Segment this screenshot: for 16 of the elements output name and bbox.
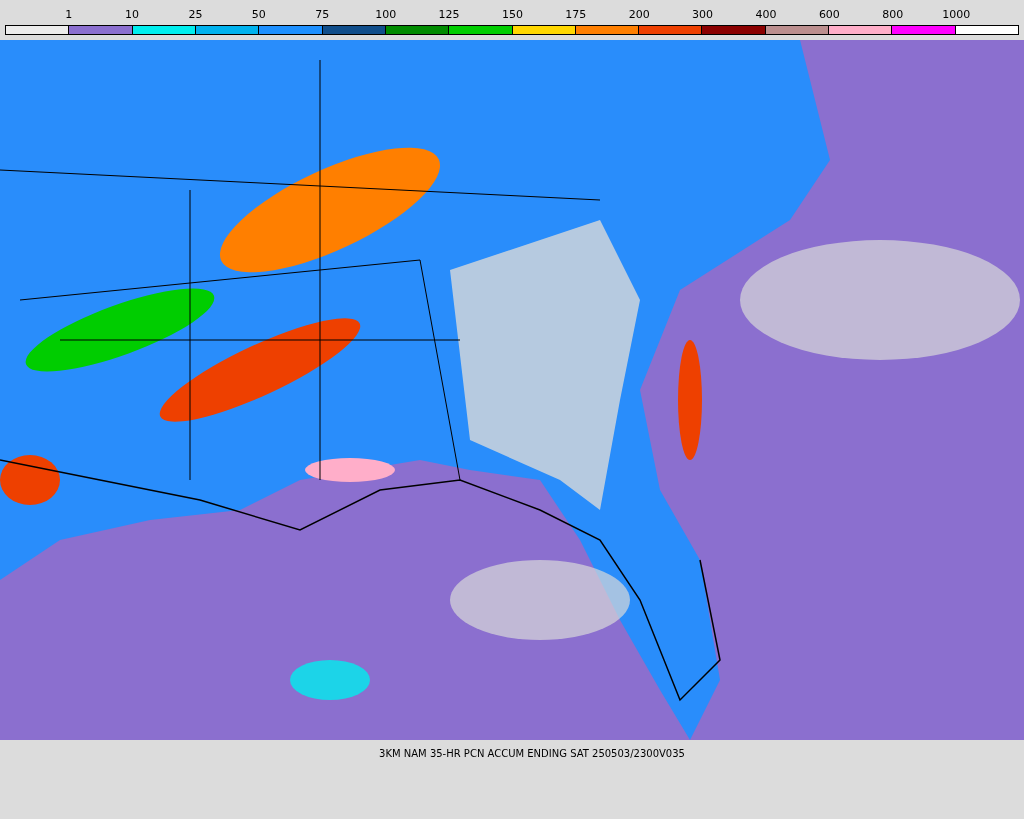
legend-label: 50 xyxy=(250,8,267,22)
legend-label: 10 xyxy=(124,8,141,22)
map-caption: 3KM NAM 35-HR PCN ACCUM ENDING SAT 250503/2300V035 xyxy=(379,748,685,761)
legend-label: 400 xyxy=(754,8,778,22)
legend-label: 200 xyxy=(627,8,651,22)
legend-label: 125 xyxy=(437,8,461,22)
legend-label: 1 xyxy=(64,8,74,22)
legend-label: 175 xyxy=(564,8,588,22)
legend-label: 1000 xyxy=(941,8,972,22)
legend-label: 300 xyxy=(691,8,715,22)
legend-label: 150 xyxy=(500,8,524,22)
legend-label: 600 xyxy=(817,8,841,22)
legend-label: 800 xyxy=(881,8,905,22)
legend-label: 75 xyxy=(314,8,331,22)
legend-label: 25 xyxy=(187,8,204,22)
legend-label: 100 xyxy=(374,8,398,22)
